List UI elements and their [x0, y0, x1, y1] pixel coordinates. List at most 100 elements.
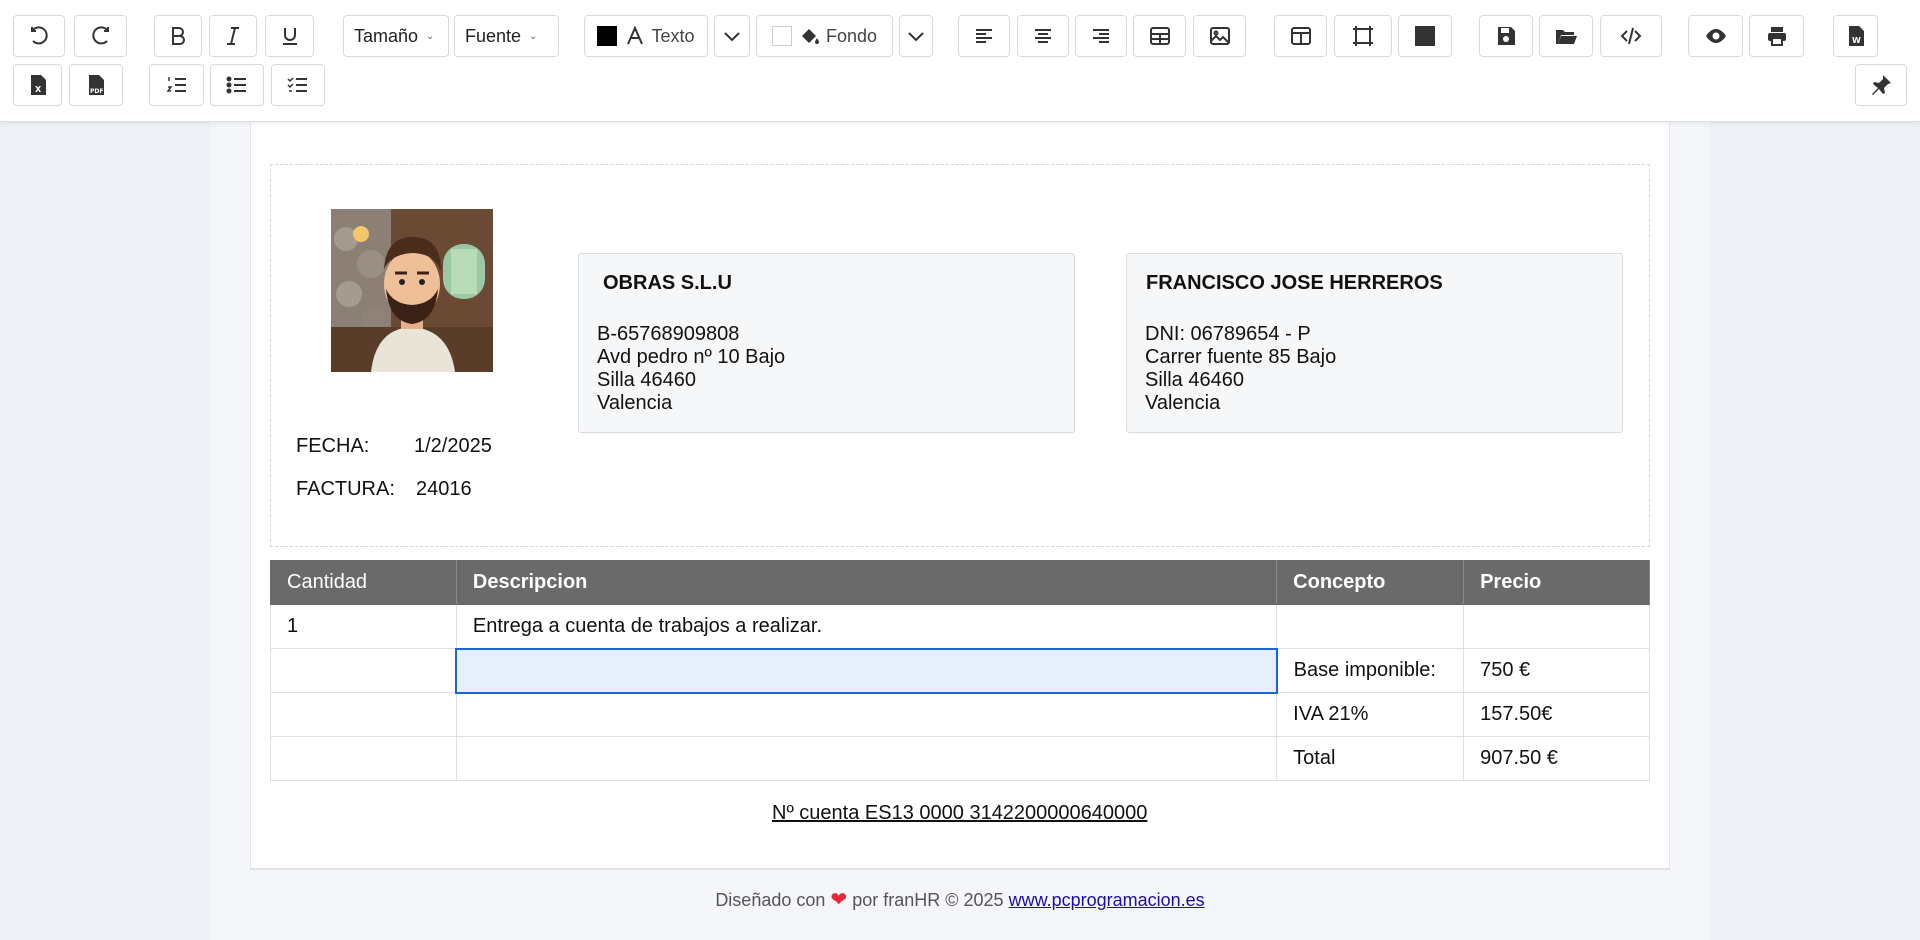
client-card[interactable]: FRANCISCO JOSE HERREROS DNI: 06789654 - …	[1126, 253, 1623, 433]
table-icon	[1149, 27, 1170, 45]
print-button[interactable]	[1749, 15, 1804, 57]
background-color-button[interactable]: Fondo	[756, 15, 893, 57]
company-city: Silla 46460	[597, 369, 696, 391]
selected-table-cell[interactable]	[455, 647, 1278, 694]
table-cell[interactable]: 157.50€	[1463, 692, 1650, 737]
table-cell[interactable]: 1	[270, 604, 457, 649]
table-cell[interactable]: Base imponible:	[1276, 648, 1465, 693]
underline-button[interactable]	[265, 15, 314, 57]
align-center-icon	[1035, 29, 1051, 43]
invoice-number-label: FACTURA:	[296, 478, 395, 500]
company-address: Avd pedro nº 10 Bajo	[597, 346, 786, 368]
font-size-label: Tamaño	[354, 25, 419, 46]
insert-table-button[interactable]	[1133, 15, 1186, 57]
image-icon	[1209, 27, 1230, 45]
export-pdf-button[interactable]: PDF	[69, 64, 123, 106]
text-color-label: Texto	[651, 25, 695, 46]
table-cell[interactable]	[455, 692, 1278, 737]
align-left-button[interactable]	[958, 15, 1010, 57]
footer-prefix: Diseñado con	[715, 890, 826, 910]
footer-year: 2025	[963, 890, 1004, 910]
client-address: Carrer fuente 85 Bajo	[1145, 346, 1337, 368]
avatar	[331, 209, 493, 372]
pin-toolbar-button[interactable]	[1855, 64, 1907, 106]
open-file-button[interactable]	[1539, 15, 1593, 57]
ordered-list-button[interactable]	[149, 64, 204, 106]
invoice-number-value[interactable]: 24016	[416, 478, 472, 501]
ordered-list-icon	[166, 77, 186, 92]
table-cell[interactable]: Total	[1276, 736, 1465, 781]
save-button[interactable]	[1479, 15, 1533, 57]
client-city: Silla 46460	[1145, 369, 1244, 391]
company-card[interactable]: OBRAS S.L.U B-65768909808 Avd pedro nº 1…	[578, 253, 1075, 433]
svg-text:PDF: PDF	[90, 88, 103, 95]
fit-page-button[interactable]	[1334, 15, 1392, 57]
chevron-down-icon: ⌄	[529, 30, 538, 42]
align-right-button[interactable]	[1075, 15, 1127, 57]
file-excel-icon: X	[30, 75, 46, 95]
italic-button[interactable]	[209, 15, 257, 57]
insert-image-button[interactable]	[1193, 15, 1246, 57]
font-size-dropdown[interactable]: Tamaño ⌄	[343, 15, 449, 57]
save-icon	[1498, 27, 1515, 45]
column-header-quantity[interactable]: Cantidad	[270, 560, 457, 605]
client-dni: DNI: 06789654 - P	[1145, 323, 1311, 345]
italic-icon	[227, 27, 239, 45]
font-family-dropdown[interactable]: Fuente ⌄	[454, 15, 559, 57]
date-value[interactable]: 1/2/2025	[414, 435, 492, 458]
preview-button[interactable]	[1688, 15, 1743, 57]
table-cell[interactable]	[270, 736, 457, 781]
columns-button[interactable]	[1274, 15, 1327, 57]
table-cell[interactable]: Entrega a cuenta de trabajos a realizar.	[455, 604, 1278, 649]
bold-button[interactable]	[154, 15, 202, 57]
svg-text:X: X	[35, 85, 42, 94]
text-color-icon	[627, 25, 644, 45]
file-word-icon: W	[1848, 26, 1864, 46]
square-icon	[1415, 26, 1435, 46]
table-cell[interactable]: IVA 21%	[1276, 692, 1465, 737]
column-header-concept[interactable]: Concepto	[1276, 560, 1465, 605]
column-header-description[interactable]: Descripcion	[455, 560, 1278, 605]
text-color-button[interactable]: Texto	[584, 15, 708, 57]
columns-icon	[1290, 27, 1311, 45]
undo-button[interactable]	[13, 15, 65, 57]
table-cell[interactable]	[1463, 604, 1650, 649]
table-cell[interactable]: 907.50 €	[1463, 736, 1650, 781]
table-cell[interactable]: 750 €	[1463, 648, 1650, 693]
align-left-icon	[976, 29, 992, 43]
table-cell[interactable]	[270, 692, 457, 737]
table-row: 1 Entrega a cuenta de trabajos a realiza…	[270, 604, 1650, 649]
chevron-down-icon	[908, 32, 924, 42]
source-code-button[interactable]	[1600, 15, 1662, 57]
invoice-items-table: Cantidad Descripcion Concepto Precio 1 E…	[270, 560, 1650, 781]
export-excel-button[interactable]: X	[13, 64, 62, 106]
redo-icon	[91, 26, 109, 45]
file-pdf-icon: PDF	[89, 75, 104, 95]
background-color-swatch	[771, 26, 792, 46]
column-header-price[interactable]: Precio	[1463, 560, 1650, 605]
company-province: Valencia	[597, 392, 673, 414]
bank-account-number[interactable]: Nº cuenta ES13 0000 3142200000640000	[772, 802, 1147, 825]
checklist-icon	[287, 77, 307, 92]
underline-icon	[282, 28, 297, 45]
background-color-dropdown[interactable]	[899, 15, 933, 57]
date-label: FECHA:	[296, 435, 370, 457]
fill-block-button[interactable]	[1398, 15, 1452, 57]
export-word-button[interactable]: W	[1833, 15, 1878, 57]
redo-button[interactable]	[74, 15, 127, 57]
client-province: Valencia	[1145, 392, 1221, 414]
align-right-icon	[1093, 29, 1109, 43]
table-cell[interactable]	[455, 736, 1278, 781]
code-icon	[1620, 27, 1642, 45]
text-color-dropdown[interactable]	[714, 15, 750, 57]
bullet-list-button[interactable]	[210, 64, 264, 106]
footer-website-link[interactable]: www.pcprogramacion.es	[1009, 890, 1205, 910]
editor-toolbar: Tamaño ⌄ Fuente ⌄ Texto Fondo W X PDF	[0, 0, 1920, 122]
table-cell[interactable]	[1276, 604, 1465, 649]
table-cell[interactable]	[270, 648, 457, 693]
table-row: Total 907.50 €	[270, 736, 1650, 781]
svg-text:W: W	[1852, 36, 1861, 45]
align-center-button[interactable]	[1017, 15, 1069, 57]
table-row: IVA 21% 157.50€	[270, 692, 1650, 737]
checklist-button[interactable]	[271, 64, 325, 106]
